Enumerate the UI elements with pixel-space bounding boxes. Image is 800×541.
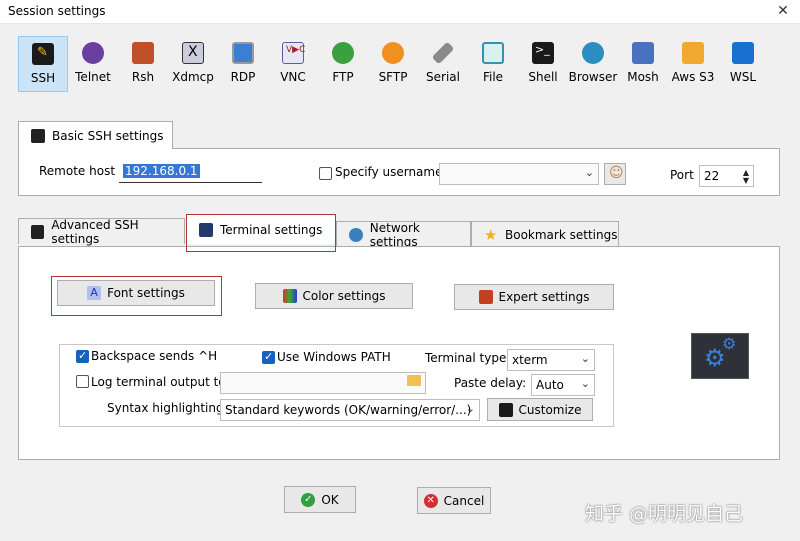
ssh-icon: ✎ xyxy=(32,43,54,65)
network-icon xyxy=(349,227,363,242)
tab-basic-ssh[interactable]: Basic SSH settings xyxy=(18,121,173,149)
aws-s3-icon xyxy=(682,42,704,64)
close-icon[interactable]: ✕ xyxy=(774,2,792,20)
serial-icon xyxy=(431,41,455,65)
session-type-shell[interactable]: >_ Shell xyxy=(518,36,568,92)
window-title: Session settings xyxy=(8,4,106,18)
gears-icon: ⚙ ⚙ xyxy=(691,333,749,379)
username-combo[interactable]: ⌄ xyxy=(439,163,599,185)
chevron-down-icon: ⌄ xyxy=(580,377,590,390)
vnc-icon: V▶C xyxy=(282,42,305,64)
session-type-ssh[interactable]: ✎ SSH xyxy=(18,36,68,92)
tab-network[interactable]: Network settings xyxy=(336,221,471,249)
palette-icon xyxy=(282,289,297,303)
ftp-icon xyxy=(332,42,354,64)
wrench-icon xyxy=(31,224,45,239)
session-type-serial[interactable]: Serial xyxy=(418,36,468,92)
session-type-rdp[interactable]: RDP xyxy=(218,36,268,92)
cancel-button[interactable]: ✕ Cancel xyxy=(417,487,491,514)
mosh-icon xyxy=(632,42,654,64)
font-settings-button[interactable]: A Font settings xyxy=(57,280,215,306)
xdmcp-icon: X xyxy=(182,42,204,64)
session-type-file[interactable]: File xyxy=(468,36,518,92)
customize-button[interactable]: Customize xyxy=(487,398,593,421)
customize-icon xyxy=(498,402,513,417)
session-type-browser[interactable]: Browser xyxy=(568,36,618,92)
backspace-label: Backspace sends ^H xyxy=(91,349,218,363)
syntax-label: Syntax highlighting: xyxy=(107,401,228,415)
check-icon: ✓ xyxy=(301,492,316,507)
basic-settings-panel: Remote host * 192.168.0.1 Specify userna… xyxy=(18,148,780,196)
session-type-vnc[interactable]: V▶C VNC xyxy=(268,36,318,92)
tab-advanced-ssh[interactable]: Advanced SSH settings xyxy=(18,218,185,246)
star-icon: ★ xyxy=(484,225,498,244)
spin-down-icon[interactable]: ▼ xyxy=(743,177,749,185)
wsl-icon xyxy=(732,42,754,64)
expert-settings-button[interactable]: Expert settings xyxy=(454,284,614,310)
session-type-rsh[interactable]: Rsh xyxy=(118,36,168,92)
user-manager-button[interactable]: ☺ xyxy=(604,163,626,185)
file-icon xyxy=(482,42,504,64)
session-type-telnet[interactable]: Telnet xyxy=(68,36,118,92)
session-type-mosh[interactable]: Mosh xyxy=(618,36,668,92)
chevron-down-icon: ⌄ xyxy=(584,166,594,179)
color-settings-button[interactable]: Color settings xyxy=(255,283,413,309)
backspace-checkbox[interactable] xyxy=(76,349,89,363)
tab-terminal[interactable]: Terminal settings xyxy=(186,214,336,244)
sftp-icon xyxy=(382,42,404,64)
remote-host-label: Remote host * xyxy=(39,164,125,178)
terminal-type-label: Terminal type: xyxy=(425,351,511,365)
log-output-label: Log terminal output to: xyxy=(91,375,230,389)
remote-host-input[interactable]: 192.168.0.1 xyxy=(119,161,262,183)
user-icon: ☺ xyxy=(609,165,624,181)
windows-path-checkbox[interactable] xyxy=(262,350,275,364)
terminal-type-select[interactable]: xterm ⌄ xyxy=(507,349,595,371)
specify-username-label: Specify username xyxy=(335,165,443,179)
expert-icon xyxy=(478,290,493,304)
terminal-icon xyxy=(199,222,213,237)
font-icon: A xyxy=(87,286,102,300)
port-label: Port xyxy=(670,168,694,182)
browser-icon xyxy=(582,42,604,64)
watermark: 知乎 @明明见自己 xyxy=(585,503,744,525)
session-type-wsl[interactable]: WSL xyxy=(718,36,768,92)
terminal-options-group: Backspace sends ^H Use Windows PATH Term… xyxy=(59,344,614,427)
session-type-aws-s3[interactable]: Aws S3 xyxy=(668,36,718,92)
tab-bookmark[interactable]: ★ Bookmark settings xyxy=(471,221,619,247)
paste-delay-label: Paste delay: xyxy=(454,376,527,390)
rsh-icon xyxy=(132,42,154,64)
rdp-icon xyxy=(232,42,254,64)
log-output-checkbox[interactable] xyxy=(76,375,89,388)
session-type-ftp[interactable]: FTP xyxy=(318,36,368,92)
session-type-xdmcp[interactable]: X Xdmcp xyxy=(168,36,218,92)
log-path-input[interactable] xyxy=(220,372,426,394)
cancel-icon: ✕ xyxy=(423,493,438,508)
session-type-sftp[interactable]: SFTP xyxy=(368,36,418,92)
syntax-select[interactable]: Standard keywords (OK/warning/error/...)… xyxy=(220,399,480,421)
wrench-icon xyxy=(31,128,45,143)
ok-button[interactable]: ✓ OK xyxy=(284,486,356,513)
shell-icon: >_ xyxy=(532,42,554,64)
port-spinner[interactable]: 22 ▲ ▼ xyxy=(699,165,754,187)
telnet-icon xyxy=(82,42,104,64)
terminal-settings-panel: A Font settings Color settings Expert se… xyxy=(18,246,780,460)
session-type-bar: ✎ SSH Telnet Rsh X Xdmcp RDP V▶C VNC FTP… xyxy=(18,36,788,92)
windows-path-label: Use Windows PATH xyxy=(277,350,391,364)
chevron-down-icon: ⌄ xyxy=(580,352,590,365)
specify-username-checkbox[interactable] xyxy=(319,167,332,180)
folder-icon[interactable] xyxy=(407,375,421,386)
title-bar: Session settings ✕ xyxy=(0,0,800,24)
paste-delay-select[interactable]: Auto ⌄ xyxy=(531,374,595,396)
chevron-down-icon: ⌄ xyxy=(465,402,475,415)
